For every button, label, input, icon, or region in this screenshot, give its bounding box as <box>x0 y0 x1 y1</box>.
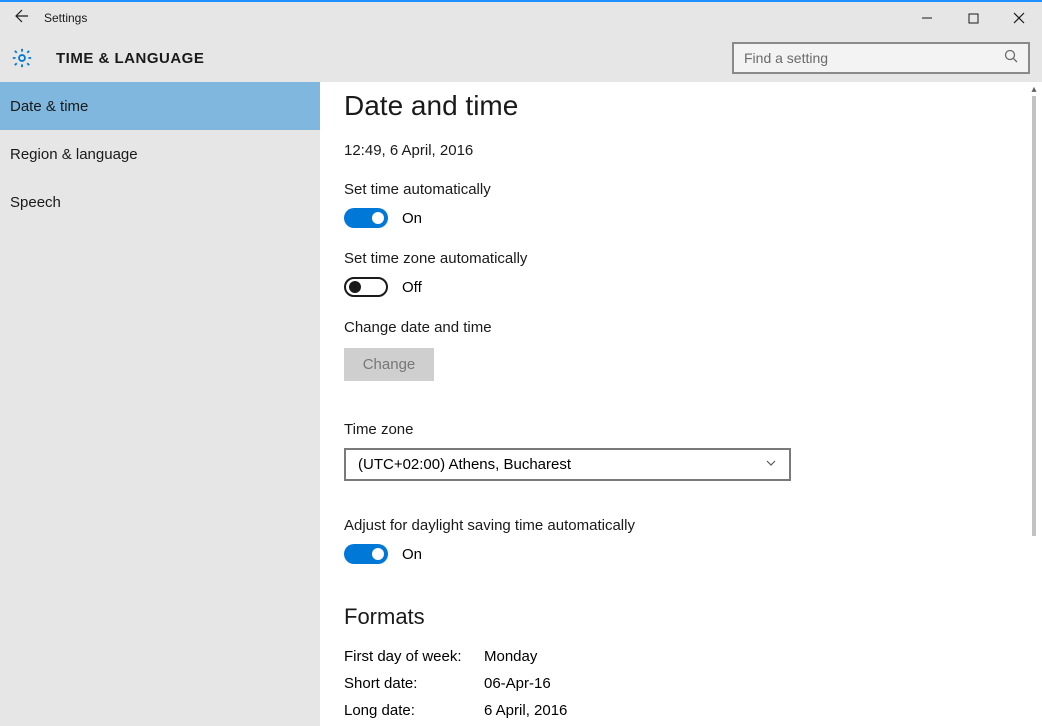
current-datetime: 12:49, 6 April, 2016 <box>344 142 1018 159</box>
window-title: Settings <box>44 11 87 25</box>
page-title: TIME & LANGUAGE <box>56 50 204 67</box>
format-value: Monday <box>484 648 537 665</box>
scroll-thumb[interactable] <box>1032 96 1036 536</box>
toggle-set-tz-auto[interactable] <box>344 277 388 297</box>
arrow-left-icon <box>14 8 30 24</box>
format-key: Short date: <box>344 675 484 692</box>
sidebar: Date & time Region & language Speech <box>0 82 320 726</box>
minimize-button[interactable] <box>904 2 950 34</box>
toggle-dst[interactable] <box>344 544 388 564</box>
sidebar-item-date-time[interactable]: Date & time <box>0 82 320 130</box>
content-pane: Date and time 12:49, 6 April, 2016 Set t… <box>320 82 1042 726</box>
search-input[interactable] <box>744 50 1004 66</box>
search-box[interactable] <box>732 42 1030 74</box>
toggle-state: On <box>402 546 422 563</box>
heading-date-and-time: Date and time <box>344 90 1018 122</box>
label-time-zone: Time zone <box>344 421 1018 438</box>
toggle-state: Off <box>402 279 422 296</box>
chevron-down-icon <box>765 456 777 473</box>
header-bar: TIME & LANGUAGE <box>0 34 1042 82</box>
timezone-dropdown[interactable]: (UTC+02:00) Athens, Bucharest <box>344 448 791 481</box>
table-row: Long date: 6 April, 2016 <box>344 702 1018 719</box>
settings-gear-icon <box>0 47 44 69</box>
sidebar-item-region-language[interactable]: Region & language <box>0 130 320 178</box>
label-set-tz-auto: Set time zone automatically <box>344 250 1018 267</box>
toggle-set-time-auto[interactable] <box>344 208 388 228</box>
formats-table: First day of week: Monday Short date: 06… <box>344 648 1018 719</box>
format-key: First day of week: <box>344 648 484 665</box>
table-row: Short date: 06-Apr-16 <box>344 675 1018 692</box>
back-button[interactable] <box>0 8 44 29</box>
heading-formats: Formats <box>344 604 1018 630</box>
close-icon <box>1013 12 1025 24</box>
toggle-state: On <box>402 210 422 227</box>
scroll-up-icon[interactable]: ▴ <box>1028 82 1040 96</box>
sidebar-item-speech[interactable]: Speech <box>0 178 320 226</box>
timezone-selected: (UTC+02:00) Athens, Bucharest <box>358 456 571 473</box>
gear-icon <box>11 47 33 69</box>
sidebar-item-label: Date & time <box>10 98 88 115</box>
format-key: Long date: <box>344 702 484 719</box>
sidebar-item-label: Speech <box>10 194 61 211</box>
close-button[interactable] <box>996 2 1042 34</box>
label-dst: Adjust for daylight saving time automati… <box>344 517 1018 534</box>
format-value: 6 April, 2016 <box>484 702 567 719</box>
label-set-time-auto: Set time automatically <box>344 181 1018 198</box>
scrollbar[interactable]: ▴ <box>1028 82 1040 726</box>
sidebar-item-label: Region & language <box>10 146 138 163</box>
table-row: First day of week: Monday <box>344 648 1018 665</box>
search-icon <box>1004 49 1018 68</box>
minimize-icon <box>921 12 933 24</box>
label-change-date-time: Change date and time <box>344 319 1018 336</box>
change-button: Change <box>344 348 434 381</box>
maximize-button[interactable] <box>950 2 996 34</box>
format-value: 06-Apr-16 <box>484 675 551 692</box>
maximize-icon <box>968 13 979 24</box>
titlebar: Settings <box>0 2 1042 34</box>
